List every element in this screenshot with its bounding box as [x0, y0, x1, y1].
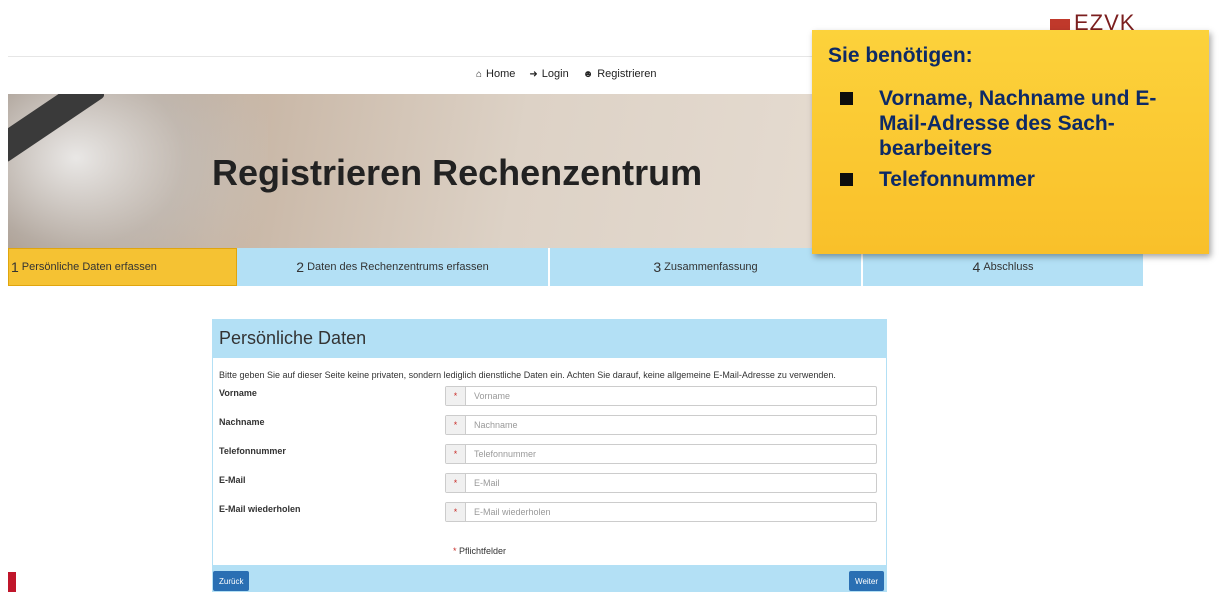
telefon-label: Telefonnummer [219, 446, 286, 456]
step-number: 1 [11, 259, 19, 275]
add-user-icon: ☻ [582, 68, 594, 80]
nav-register-link[interactable]: ☻ Registrieren [583, 68, 657, 80]
login-icon: ➜ [529, 68, 538, 80]
page-title: Registrieren Rechenzentrum [212, 152, 703, 193]
step-number: 4 [972, 259, 981, 275]
vorname-label: Vorname [219, 388, 257, 398]
step-personal-data[interactable]: 1 Persönliche Daten erfassen [8, 248, 237, 286]
callout-item-text: Vorname, Nachname und E-Mail-Adresse des… [879, 87, 1157, 160]
required-fields-note: * Pflichtfelder [453, 546, 506, 556]
panel-info-text: Bitte geben Sie auf dieser Seite keine p… [219, 370, 836, 380]
vorname-field-group: * [445, 386, 877, 406]
callout-item: Vorname, Nachname und E-Mail-Adresse des… [828, 86, 1193, 161]
required-asterisk-icon: * [446, 416, 466, 434]
form-row-email-repeat: E-Mail wiederholen * [213, 502, 886, 531]
step-number: 2 [296, 259, 305, 275]
telefon-field-group: * [445, 444, 877, 464]
step-label: Daten des Rechenzentrums erfassen [307, 261, 489, 273]
form-row-nachname: Nachname * [213, 415, 886, 444]
email-label: E-Mail [219, 475, 246, 485]
nachname-field-group: * [445, 415, 877, 435]
email-repeat-field-group: * [445, 502, 877, 522]
email-input[interactable] [466, 474, 876, 492]
required-fields-text: Pflichtfelder [459, 546, 507, 556]
callout-heading: Sie benötigen: [828, 44, 973, 67]
top-nav: ⌂ Home ➜ Login ☻ Registrieren [476, 68, 657, 80]
square-bullet-icon [840, 173, 853, 186]
nav-home-label: Home [486, 68, 516, 80]
required-asterisk-icon: * [446, 387, 466, 405]
required-asterisk-icon: * [446, 474, 466, 492]
back-button[interactable]: Zurück [213, 571, 250, 591]
nav-home-link[interactable]: ⌂ Home [476, 68, 515, 80]
nav-register-label: Registrieren [597, 68, 657, 80]
required-asterisk-icon: * [453, 546, 457, 556]
step-number: 3 [653, 259, 662, 275]
square-bullet-icon [840, 92, 853, 105]
requirements-callout: Sie benötigen: Vorname, Nachname und E-M… [812, 30, 1209, 254]
callout-item: Telefonnummer [828, 167, 1193, 192]
form-row-telefon: Telefonnummer * [213, 444, 886, 473]
step-label: Persönliche Daten erfassen [21, 261, 157, 273]
step-label: Zusammenfassung [664, 261, 758, 273]
nachname-input[interactable] [466, 416, 876, 434]
step-datacenter-data[interactable]: 2 Daten des Rechenzentrums erfassen [237, 248, 550, 286]
panel-title: Persönliche Daten [213, 320, 886, 358]
step-label: Abschluss [983, 261, 1034, 273]
email-repeat-label: E-Mail wiederholen [219, 504, 301, 514]
email-repeat-input[interactable] [466, 503, 876, 521]
callout-list: Vorname, Nachname und E-Mail-Adresse des… [828, 86, 1193, 192]
form-row-vorname: Vorname * [213, 386, 886, 415]
form-row-email: E-Mail * [213, 473, 886, 502]
panel-footer: Zurück Weiter [213, 565, 886, 591]
home-icon: ⌂ [476, 68, 483, 80]
callout-item-text: Telefonnummer [879, 168, 1035, 191]
personal-data-panel: Persönliche Daten Bitte geben Sie auf di… [212, 319, 887, 592]
required-asterisk-icon: * [446, 503, 466, 521]
nav-login-link[interactable]: ➜ Login [529, 68, 568, 80]
next-button[interactable]: Weiter [849, 571, 884, 591]
nav-login-label: Login [541, 68, 569, 80]
vorname-input[interactable] [466, 387, 876, 405]
email-field-group: * [445, 473, 877, 493]
required-asterisk-icon: * [446, 445, 466, 463]
nachname-label: Nachname [219, 417, 265, 427]
slide-marker [8, 572, 16, 592]
telefon-input[interactable] [466, 445, 876, 463]
